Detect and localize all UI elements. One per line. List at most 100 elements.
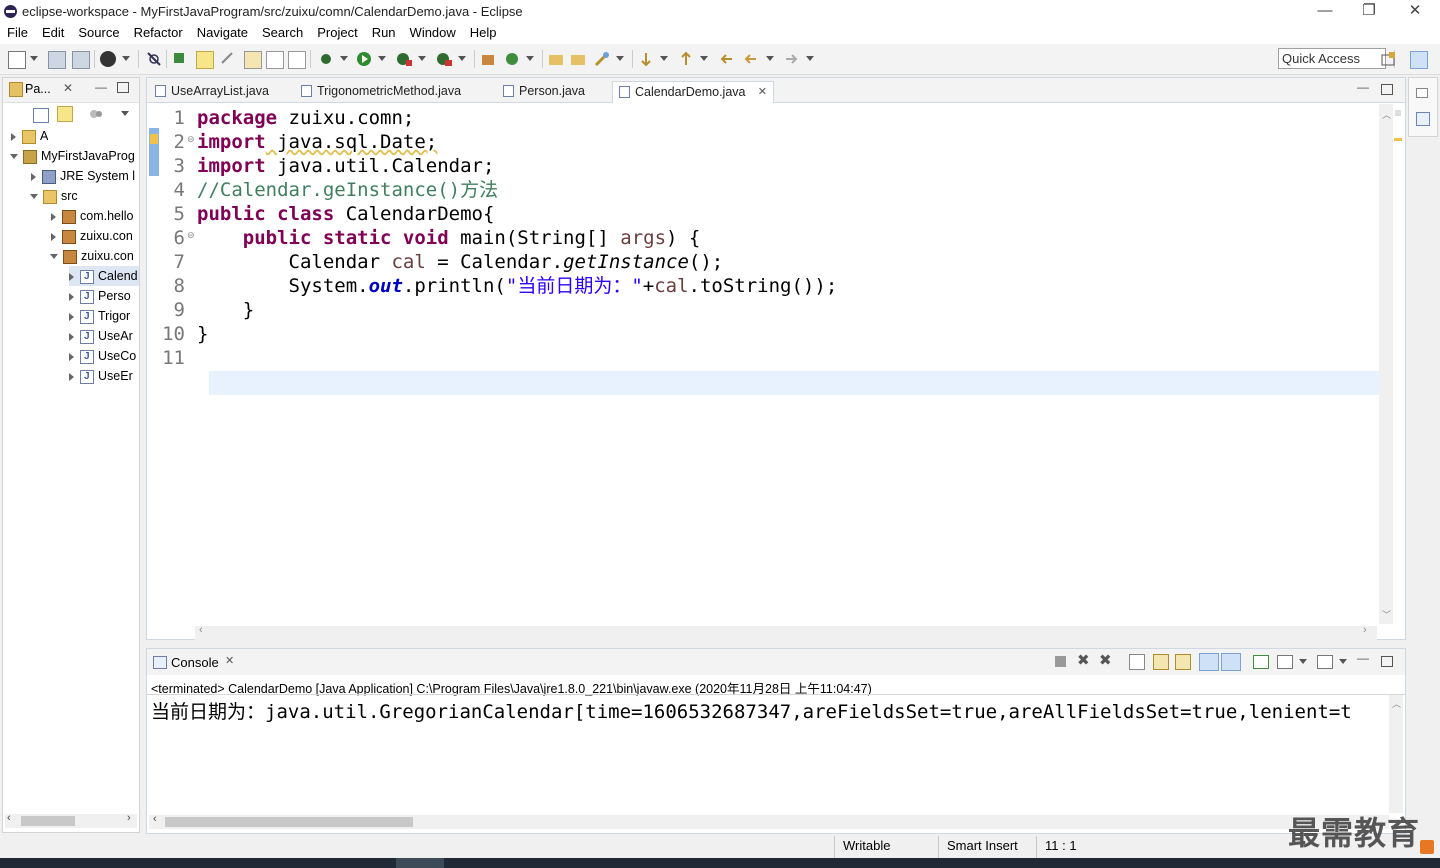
maximize-view-icon[interactable] xyxy=(117,82,129,93)
scroll-right-icon[interactable]: › xyxy=(1363,624,1367,636)
minimize-console-icon[interactable]: — xyxy=(1357,651,1369,665)
menu-help[interactable]: Help xyxy=(463,24,504,42)
open-perspective-icon[interactable] xyxy=(1380,51,1396,67)
filters-icon[interactable] xyxy=(89,108,103,121)
status-cursor-position[interactable]: 11 : 1 xyxy=(1036,836,1125,858)
tree-item-jre[interactable]: JRE System l xyxy=(31,166,135,186)
next-annotation-icon[interactable] xyxy=(638,51,654,67)
scroll-up-icon[interactable]: ︿ xyxy=(1392,697,1401,710)
tree-item-trigonometric[interactable]: Trigor xyxy=(69,306,139,326)
menu-search[interactable]: Search xyxy=(255,24,310,42)
open-task-icon[interactable] xyxy=(570,51,586,67)
view-menu-icon[interactable] xyxy=(121,111,129,116)
console-vscroll[interactable]: ︿ xyxy=(1389,695,1403,813)
console-output[interactable]: 当前日期为：java.util.GregorianCalendar[time=1… xyxy=(151,697,1383,724)
warning-marker[interactable] xyxy=(1394,138,1402,141)
show-on-stderr-icon[interactable] xyxy=(1221,653,1241,671)
scroll-up-icon[interactable]: ︿ xyxy=(1382,108,1391,121)
save-icon[interactable] xyxy=(48,51,66,69)
scroll-left-icon[interactable]: ‹ xyxy=(7,812,11,824)
menu-run[interactable]: Run xyxy=(365,24,403,42)
show-whitespace-icon[interactable] xyxy=(288,51,306,69)
close-button[interactable]: ✕ xyxy=(1392,0,1438,24)
code-area[interactable]: 1 2 3 4 5 6 7 8 9 10 11 ⊖ ⊖ package zuix… xyxy=(159,104,1385,624)
forward-icon[interactable] xyxy=(784,51,800,67)
word-wrap-icon[interactable] xyxy=(1175,654,1191,670)
last-edit-icon[interactable] xyxy=(718,51,734,67)
minimize-editor-icon[interactable]: — xyxy=(1357,80,1369,94)
annotation-icon[interactable] xyxy=(220,51,236,67)
tab-usearraylist[interactable]: UseArrayList.java xyxy=(149,81,299,102)
scroll-thumb[interactable] xyxy=(21,816,75,826)
tree-item-src[interactable]: src xyxy=(30,186,78,206)
new-class-icon[interactable] xyxy=(504,51,520,67)
package-explorer-title[interactable]: Pa... xyxy=(25,82,51,96)
new-dropdown-icon[interactable] xyxy=(30,56,38,61)
user-icon[interactable] xyxy=(100,51,116,67)
tree-item-project[interactable]: MyFirstJavaProg xyxy=(10,146,135,166)
scroll-left-icon[interactable]: ‹ xyxy=(153,813,157,825)
maximize-console-icon[interactable] xyxy=(1381,656,1393,667)
back-icon[interactable] xyxy=(742,51,758,67)
open-folder-icon[interactable] xyxy=(548,51,564,67)
scroll-lock-icon[interactable] xyxy=(1153,654,1169,670)
editor-icon-1[interactable] xyxy=(244,51,262,69)
taskbar-item[interactable] xyxy=(396,858,444,868)
tree-item-person[interactable]: Perso xyxy=(69,286,139,306)
editor-vscroll[interactable]: ︿ ﹀ xyxy=(1379,104,1393,624)
scroll-down-icon[interactable]: ﹀ xyxy=(1382,608,1391,621)
close-tab-icon[interactable]: ✕ xyxy=(758,82,767,103)
tree-item-package-zuixu-2[interactable]: zuixu.con xyxy=(50,246,139,266)
tree-item-usearraylist[interactable]: UseAr xyxy=(69,326,139,346)
prev-annotation-icon[interactable] xyxy=(678,51,694,67)
minimize-button[interactable]: — xyxy=(1302,0,1348,24)
close-console-icon[interactable]: ✕ xyxy=(225,654,234,667)
fold-icon[interactable]: ⊖ xyxy=(187,134,195,145)
remove-all-launches-icon[interactable]: ✖ xyxy=(1099,651,1112,669)
search-icon[interactable] xyxy=(594,51,610,67)
menu-file[interactable]: File xyxy=(0,24,35,42)
minimize-view-icon[interactable]: — xyxy=(95,80,107,94)
open-console-icon[interactable] xyxy=(1317,655,1333,669)
fold-icon[interactable]: ⊖ xyxy=(187,230,195,241)
tab-trigonometricmethod[interactable]: TrigonometricMethod.java xyxy=(295,81,495,102)
tree-item-package-hello[interactable]: com.hello xyxy=(51,206,139,226)
restore-view-icon[interactable] xyxy=(1416,88,1428,98)
menu-source[interactable]: Source xyxy=(71,24,126,42)
menu-project[interactable]: Project xyxy=(310,24,364,42)
editor-icon-2[interactable] xyxy=(266,51,284,69)
console-hscroll[interactable]: ‹ xyxy=(149,813,1389,829)
clear-console-icon[interactable] xyxy=(1129,654,1145,670)
close-view-icon[interactable]: ✕ xyxy=(63,81,73,95)
restore-button[interactable]: ❐ xyxy=(1346,0,1392,24)
remove-launch-icon[interactable]: ✖ xyxy=(1077,651,1090,669)
scroll-left-icon[interactable]: ‹ xyxy=(199,624,203,636)
scroll-thumb[interactable] xyxy=(165,817,413,827)
console-title[interactable]: Console xyxy=(171,655,219,670)
open-type-icon[interactable] xyxy=(172,51,188,67)
menu-edit[interactable]: Edit xyxy=(35,24,71,42)
tree-item-a[interactable]: A xyxy=(11,126,48,146)
menu-refactor[interactable]: Refactor xyxy=(127,24,190,42)
pin-console-icon[interactable] xyxy=(1253,655,1269,669)
tab-person[interactable]: Person.java xyxy=(497,81,611,102)
editor-hscroll[interactable]: ‹ › xyxy=(195,624,1377,640)
run-icon[interactable] xyxy=(356,51,372,67)
collapse-all-icon[interactable] xyxy=(33,108,49,123)
outline-view-icon[interactable] xyxy=(1416,112,1430,126)
tree-item-usecollection[interactable]: UseCo xyxy=(69,346,139,366)
terminate-icon[interactable] xyxy=(1055,656,1066,667)
toggle-mark-occurrences-icon[interactable] xyxy=(196,51,214,69)
menu-window[interactable]: Window xyxy=(403,24,463,42)
tree-item-calendar[interactable]: Calend xyxy=(69,266,139,286)
debug-icon[interactable] xyxy=(318,51,334,67)
tree-item-useer[interactable]: UseEr xyxy=(69,366,139,386)
display-console-icon[interactable] xyxy=(1277,655,1293,669)
java-perspective-icon[interactable] xyxy=(1410,51,1428,69)
package-explorer-hscroll[interactable]: ‹ › xyxy=(5,812,137,828)
link-with-editor-icon[interactable] xyxy=(57,106,73,122)
show-on-stdout-icon[interactable] xyxy=(1199,653,1219,671)
menu-navigate[interactable]: Navigate xyxy=(190,24,255,42)
new-icon[interactable] xyxy=(8,51,26,69)
tree-item-package-zuixu-1[interactable]: zuixu.con xyxy=(51,226,139,246)
